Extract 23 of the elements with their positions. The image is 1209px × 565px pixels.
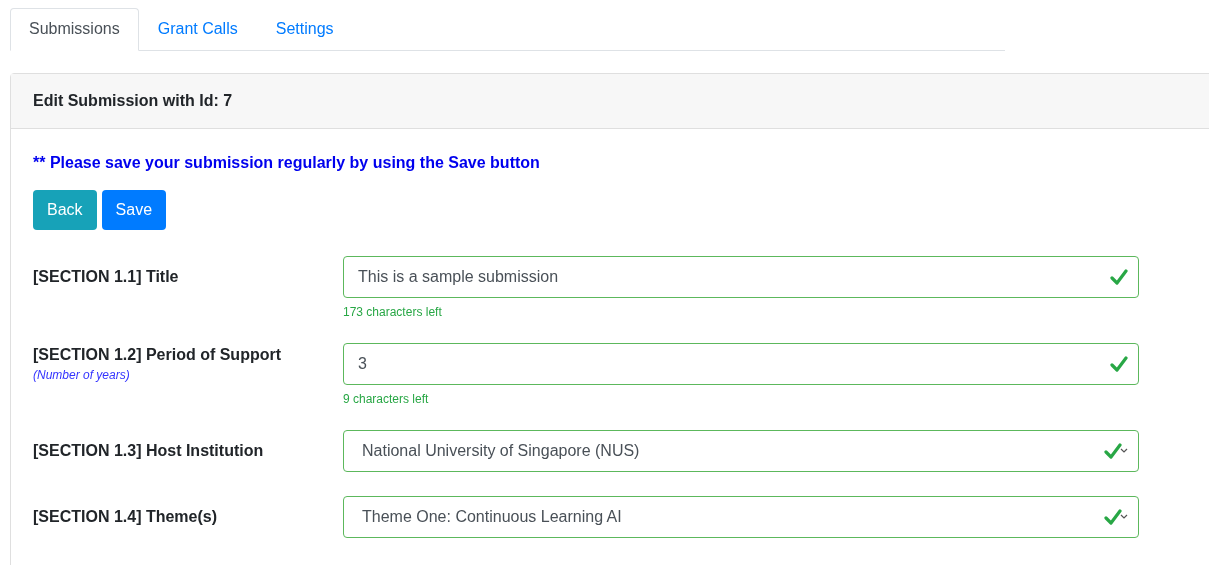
check-icon	[1110, 356, 1128, 372]
text-field[interactable]: This is a sample submission	[343, 256, 1139, 298]
chevron-icon	[1120, 514, 1128, 520]
check-icon	[1110, 269, 1128, 285]
save-reminder: ** Please save your submission regularly by using the Save button	[33, 154, 541, 172]
characters-left-hint: 173 characters left	[343, 305, 443, 319]
text-field[interactable]: 3	[343, 343, 1139, 385]
chevron-icon	[1120, 448, 1128, 454]
field-sublabel: (Number of years)	[33, 368, 131, 382]
field-label: [SECTION 1.4] Theme(s)	[33, 508, 219, 526]
tab[interactable]: Submissions	[10, 8, 139, 51]
tab[interactable]: Settings	[256, 8, 353, 51]
tab[interactable]: Grant Calls	[138, 8, 257, 51]
characters-left-hint: 9 characters left	[343, 392, 430, 406]
check-icon	[1104, 509, 1122, 525]
field-label: [SECTION 1.1] Title	[33, 268, 180, 286]
field-label: [SECTION 1.3] Host Institution	[33, 442, 265, 460]
check-icon	[1104, 443, 1122, 459]
field-label: [SECTION 1.2] Period of Support	[33, 346, 282, 364]
save-button[interactable]: Save	[101, 190, 167, 230]
select-field[interactable]: National University of Singapore (NUS)	[343, 430, 1139, 472]
card-title: Edit Submission with Id: 7	[33, 92, 233, 109]
select-field[interactable]: Theme One: Continuous Learning AI	[343, 496, 1139, 538]
